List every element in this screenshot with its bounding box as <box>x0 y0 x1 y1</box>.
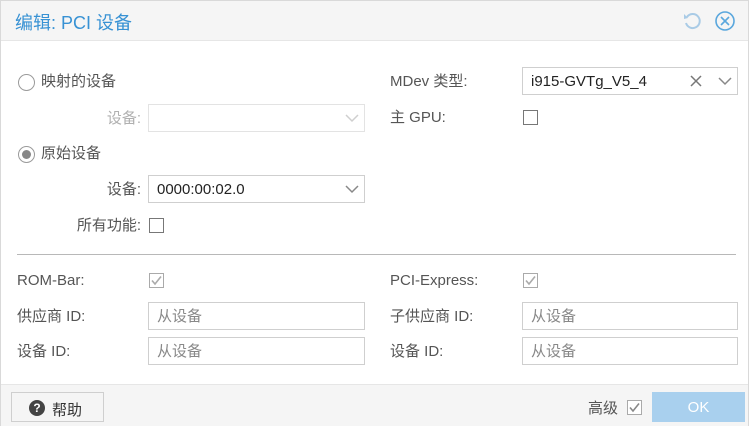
primary-gpu-checkbox[interactable] <box>523 110 538 125</box>
reset-icon[interactable] <box>681 10 703 32</box>
checkmark-icon <box>151 276 162 286</box>
all-functions-label: 所有功能: <box>76 217 141 234</box>
vendor-id-input[interactable] <box>148 302 365 330</box>
raw-device-select[interactable]: 0000:00:02.0 <box>148 175 365 203</box>
sub-device-id-input[interactable] <box>522 337 738 365</box>
advanced-checkbox[interactable] <box>627 400 642 415</box>
pcie-checkbox[interactable] <box>523 273 538 288</box>
sub-vendor-id-text[interactable] <box>523 303 737 329</box>
mapped-device-radio[interactable] <box>18 74 35 91</box>
help-button[interactable]: ? 帮助 <box>11 392 104 422</box>
advanced-label: 高级 <box>588 400 619 417</box>
raw-device-radio[interactable] <box>18 146 35 163</box>
checkmark-icon <box>629 403 640 413</box>
sub-vendor-id-input[interactable] <box>522 302 738 330</box>
device-id-text[interactable] <box>149 338 364 364</box>
mapped-device-radio-label: 映射的设备 <box>41 73 117 90</box>
rombar-label: ROM-Bar: <box>17 272 85 289</box>
sub-device-id-text[interactable] <box>523 338 737 364</box>
clear-x-icon[interactable] <box>685 68 707 94</box>
vendor-id-label: 供应商 ID: <box>17 308 86 325</box>
ok-button[interactable]: OK <box>652 392 745 422</box>
dialog-footer: ? 帮助 高级 OK <box>1 384 748 426</box>
section-divider <box>17 254 736 255</box>
raw-device-radio-label: 原始设备 <box>41 145 102 162</box>
rombar-checkbox[interactable] <box>149 273 164 288</box>
raw-device-field-label: 设备: <box>106 181 141 198</box>
pcie-label: PCI-Express: <box>390 272 479 289</box>
vendor-id-text[interactable] <box>149 303 364 329</box>
close-circle-icon[interactable] <box>714 10 736 32</box>
mapped-device-select[interactable] <box>148 104 365 132</box>
chevron-down-icon[interactable] <box>340 176 364 202</box>
all-functions-checkbox[interactable] <box>149 218 164 233</box>
device-id-input[interactable] <box>148 337 365 365</box>
primary-gpu-label: 主 GPU: <box>390 109 446 126</box>
sub-device-id-label: 设备 ID: <box>390 343 444 360</box>
chevron-down-icon[interactable] <box>713 68 737 94</box>
mapped-device-field-label: 设备: <box>106 110 141 127</box>
question-circle-icon: ? <box>29 400 45 416</box>
edit-pci-device-dialog: 编辑: PCI 设备 映射的设备 设备: 原始设备 设备: 0000:00:02… <box>0 0 749 426</box>
chevron-down-icon[interactable] <box>340 105 364 131</box>
mdev-type-label: MDev 类型: <box>390 73 468 90</box>
sub-vendor-id-label: 子供应商 ID: <box>390 308 474 325</box>
dialog-titlebar: 编辑: PCI 设备 <box>1 1 748 41</box>
device-id-label: 设备 ID: <box>17 343 71 360</box>
mdev-type-select[interactable]: i915-GVTg_V5_4 <box>522 67 738 95</box>
dialog-title: 编辑: PCI 设备 <box>15 13 133 33</box>
checkmark-icon <box>525 276 536 286</box>
